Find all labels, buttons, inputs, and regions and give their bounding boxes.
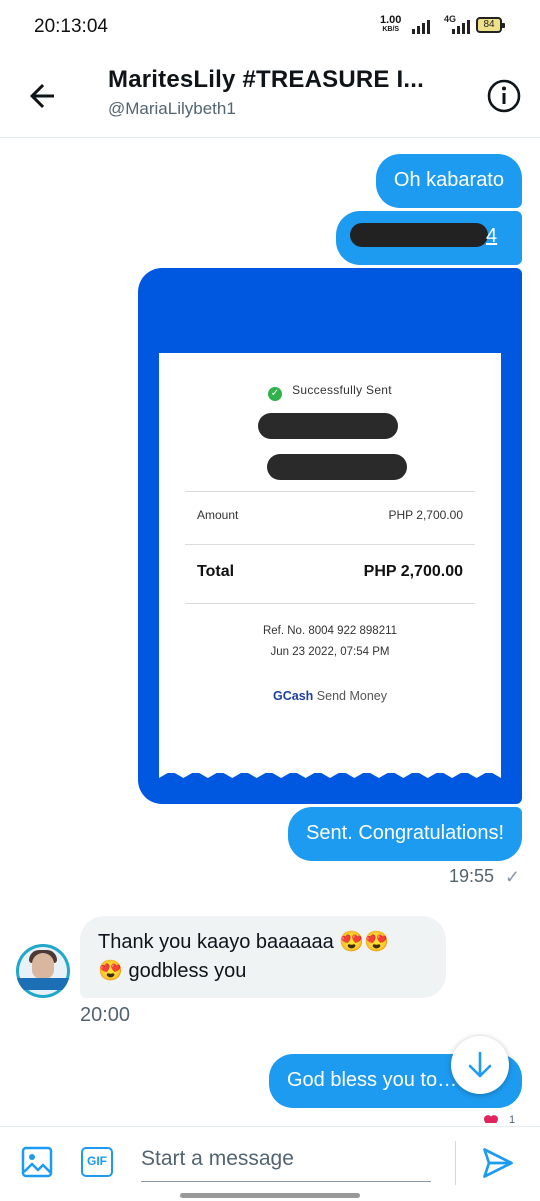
battery-icon: 84	[476, 17, 505, 33]
redaction-bar	[267, 454, 407, 480]
signal-icon	[412, 18, 434, 34]
gcash-brand-line: GCash Send Money	[159, 689, 501, 703]
redaction-bar	[258, 413, 398, 439]
reaction-count: 1	[509, 1114, 516, 1126]
heart-reaction-icon[interactable]	[482, 1113, 500, 1123]
divider	[185, 491, 475, 492]
signal-icon-2	[452, 18, 474, 34]
network-rate-unit: KB/S	[382, 26, 400, 33]
seen-check-icon: ✓	[504, 867, 520, 887]
status-bar: 20:13:04 1.00 KB/S 4G 84	[0, 0, 540, 52]
status-time: 20:13:04	[34, 16, 108, 37]
service-name: Send Money	[316, 689, 387, 703]
network-rate-value: 1.00	[380, 14, 402, 26]
info-button[interactable]	[486, 78, 522, 114]
message-composer: GIF	[0, 1126, 540, 1201]
amount-value: PHP 2,700.00	[388, 508, 463, 522]
divider	[185, 603, 475, 604]
check-circle-icon: ✓	[268, 387, 283, 401]
message-bubble-outgoing-redacted[interactable]: 4	[336, 211, 522, 265]
receipt-zigzag-edge	[159, 768, 501, 778]
message-bubble-outgoing[interactable]: Sent. Congratulations!	[288, 807, 522, 861]
conversation-header: MaritesLily #TREASURE I... @MariaLilybet…	[0, 52, 540, 138]
info-icon	[487, 79, 521, 113]
scroll-to-bottom-button[interactable]	[451, 1036, 509, 1094]
conversation-title[interactable]: MaritesLily #TREASURE I...	[108, 66, 458, 94]
composer-divider	[455, 1141, 456, 1185]
avatar[interactable]	[16, 944, 70, 998]
network-rate: 1.00 KB/S	[380, 15, 401, 35]
add-image-button[interactable]	[20, 1145, 54, 1179]
message-input[interactable]	[141, 1137, 431, 1182]
total-label: Total	[197, 563, 235, 580]
divider	[185, 544, 475, 545]
total-value: PHP 2,700.00	[363, 563, 463, 580]
amount-label: Amount	[197, 508, 239, 522]
gcash-receipt: ✓ Successfully Sent Amount PHP 2,700.00 T…	[159, 353, 501, 773]
gif-button[interactable]: GIF	[81, 1147, 113, 1177]
success-text: Successfully Sent	[292, 383, 392, 397]
arrow-down-icon	[468, 1051, 492, 1078]
message-timestamp: 20:00	[80, 1004, 131, 1026]
message-bubble-incoming[interactable]: Thank you kaayo baaaaaa 😍😍 😍 godbless yo…	[80, 916, 446, 998]
reference-number: Ref. No. 8004 922 898211	[262, 625, 398, 637]
message-bubble-outgoing[interactable]: Oh kabarato	[375, 154, 522, 208]
redaction-bar	[350, 223, 488, 247]
home-indicator	[180, 1193, 360, 1198]
message-text-tail[interactable]: 4	[486, 225, 497, 248]
gcash-logo: GCash	[273, 689, 314, 703]
send-button[interactable]	[480, 1145, 516, 1181]
conversation-handle[interactable]: @MariaLilybeth1	[108, 99, 236, 119]
image-message-receipt[interactable]: ✓ Successfully Sent Amount PHP 2,700.00 T…	[138, 268, 522, 804]
transaction-date: Jun 23 2022, 07:54 PM	[270, 646, 390, 658]
back-button[interactable]	[24, 78, 60, 114]
image-icon	[21, 1146, 53, 1178]
send-icon	[483, 1148, 513, 1178]
success-row: ✓ Successfully Sent	[159, 383, 501, 401]
message-timestamp: 19:55	[448, 866, 494, 886]
arrow-left-icon	[30, 84, 54, 108]
